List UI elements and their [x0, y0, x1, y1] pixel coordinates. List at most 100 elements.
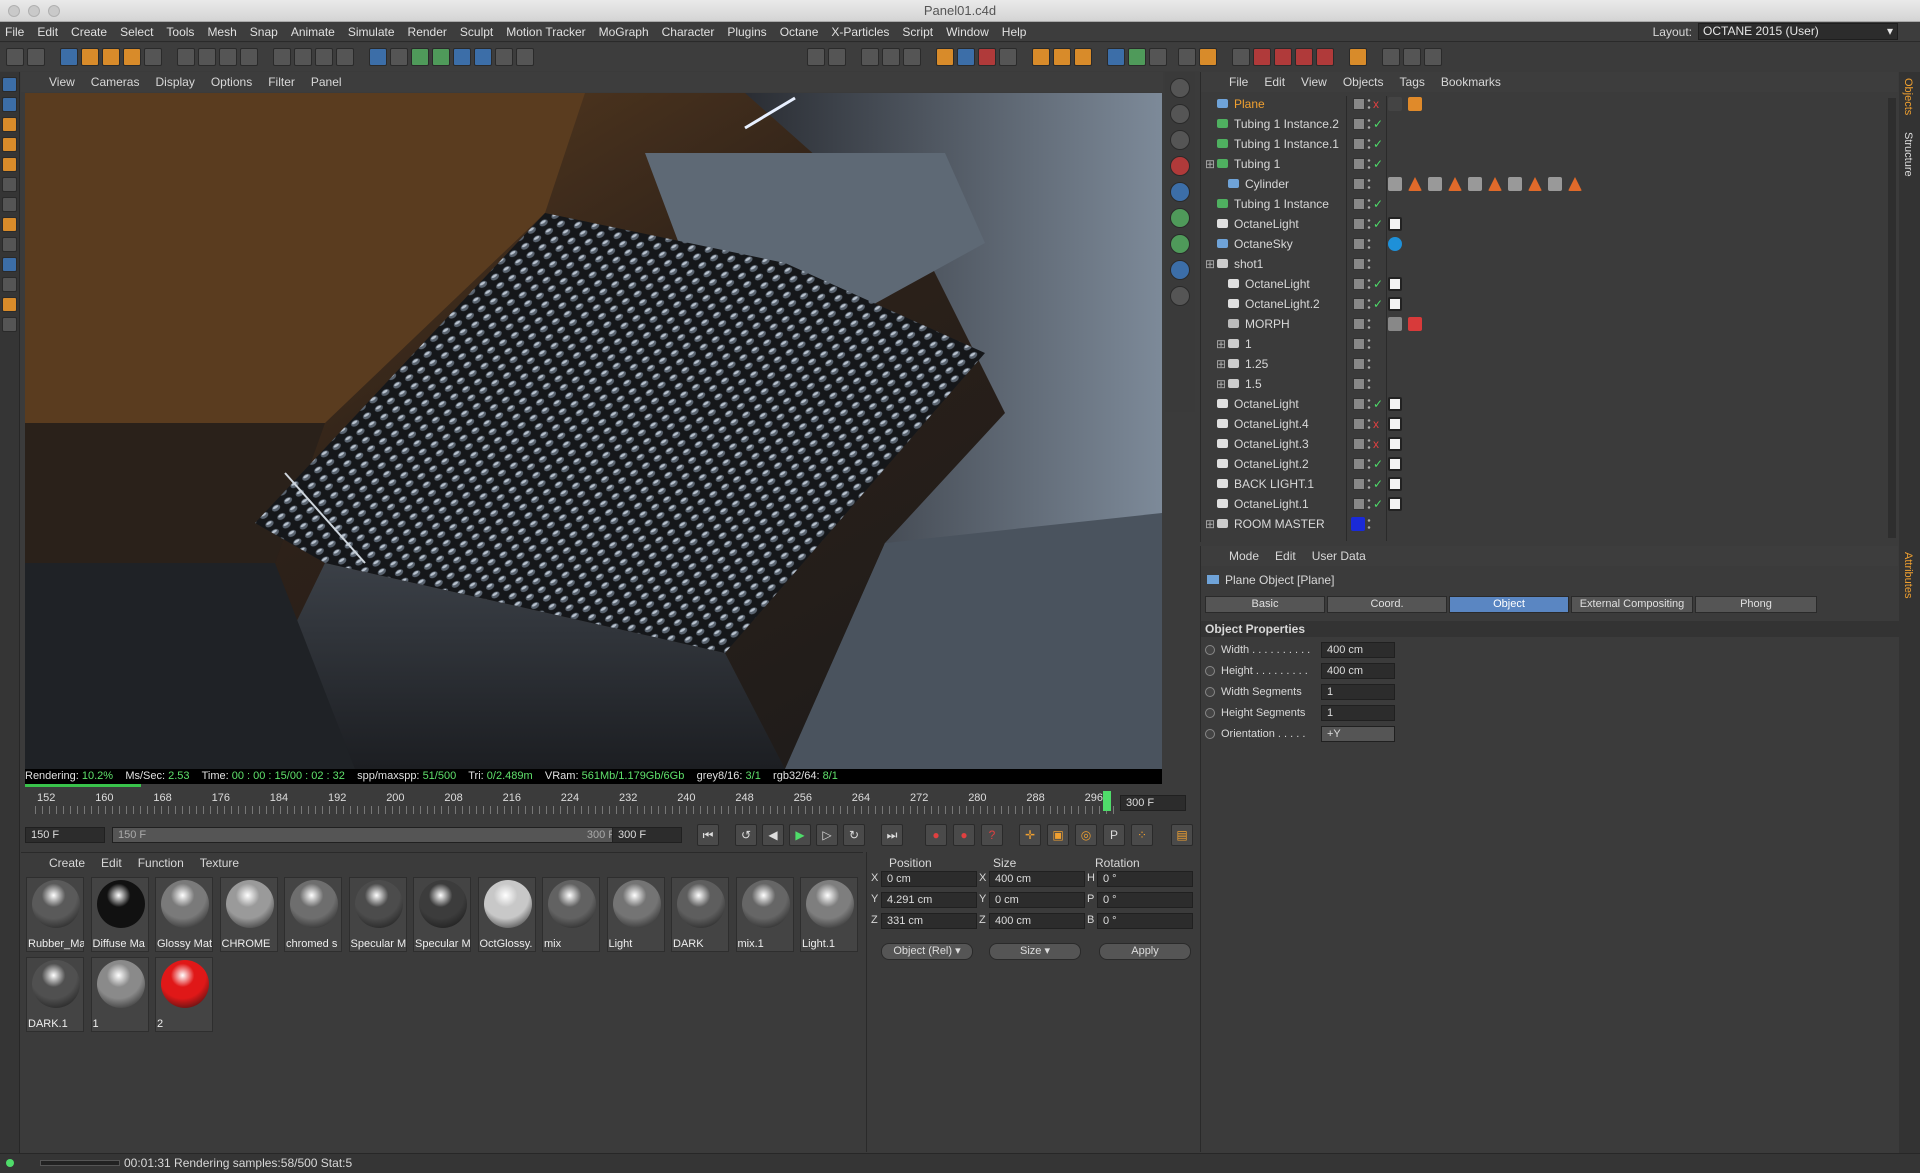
position-field[interactable]: 4.291 cm [881, 892, 977, 908]
size-field[interactable]: 400 cm [989, 913, 1085, 929]
points-mode-icon[interactable] [2, 117, 17, 132]
octane-light-tag-icon[interactable] [1388, 217, 1402, 231]
next-frame-icon[interactable]: ▷ [816, 824, 838, 846]
visibility-dots-icon[interactable] [1367, 197, 1371, 211]
object-row-octanelight-1[interactable]: OctaneLight.1 ✓ [1201, 494, 1881, 514]
object-row-octanelight-4[interactable]: OctaneLight.4 x [1201, 414, 1881, 434]
keyframe-selection-icon[interactable]: ? [981, 824, 1003, 846]
visibility-dots-icon[interactable] [1367, 157, 1371, 171]
octane-viewport-icon[interactable] [861, 48, 879, 66]
object-row-shot1[interactable]: ⊞ shot1 [1201, 254, 1881, 274]
redo-icon[interactable] [27, 48, 45, 66]
tab-basic[interactable]: Basic [1205, 596, 1325, 613]
menu-animate[interactable]: Animate [291, 25, 335, 39]
menu-tools[interactable]: Tools [166, 25, 194, 39]
menu-x-particles[interactable]: X-Particles [831, 25, 889, 39]
expand-icon[interactable]: ⊞ [1205, 154, 1215, 174]
current-frame-field[interactable]: 150 F [25, 827, 105, 843]
material-swatch[interactable]: 2 [155, 957, 213, 1032]
script-icon-3[interactable] [1274, 48, 1292, 66]
visibility-dots-icon[interactable] [1367, 377, 1371, 391]
morph-tag-icon[interactable] [1388, 317, 1402, 331]
menu-snap[interactable]: Snap [250, 25, 278, 39]
visibility-toggle-icon[interactable] [1353, 118, 1365, 130]
script-icon-2[interactable] [1253, 48, 1271, 66]
visibility-dots-icon[interactable] [1367, 137, 1371, 151]
visibility-dots-icon[interactable] [1367, 397, 1371, 411]
size-field[interactable]: 400 cm [989, 871, 1085, 887]
visibility-toggle-icon[interactable] [1353, 278, 1365, 290]
visibility-toggle-icon[interactable] [1353, 98, 1365, 110]
material-tag-icon[interactable] [1428, 177, 1442, 191]
animate-radio-icon[interactable] [1205, 729, 1215, 739]
enabled-check-icon[interactable]: ✓ [1373, 214, 1383, 234]
enabled-check-icon[interactable]: ✓ [1373, 194, 1383, 214]
octane-sky-tag-icon[interactable] [1388, 237, 1402, 251]
visibility-dots-icon[interactable] [1367, 337, 1371, 351]
visibility-dots-icon[interactable] [1367, 437, 1371, 451]
zoom-window-button[interactable] [48, 5, 60, 17]
xp-modifier-icon[interactable] [1149, 48, 1167, 66]
material-swatch[interactable]: DARK.1 [26, 957, 84, 1032]
object-row-1[interactable]: ⊞ 1 [1201, 334, 1881, 354]
material-swatch[interactable]: Specular M [348, 877, 407, 952]
object-row-1-5[interactable]: ⊞ 1.5 [1201, 374, 1881, 394]
shapes-icon-2[interactable] [1170, 104, 1190, 124]
render-picture-viewer-icon[interactable] [294, 48, 312, 66]
tweak-mode-icon[interactable] [2, 197, 17, 212]
rotate-icon[interactable] [123, 48, 141, 66]
render-view-icon[interactable] [273, 48, 291, 66]
octane-light-tag-icon[interactable] [1388, 417, 1402, 431]
object-row-1-25[interactable]: ⊞ 1.25 [1201, 354, 1881, 374]
coordinate-mode-dropdown[interactable]: Object (Rel) ▾ [881, 943, 973, 960]
key-pla-icon[interactable]: ⁘ [1131, 824, 1153, 846]
material-menu-create[interactable]: Create [49, 856, 85, 870]
structure-tab[interactable]: Structure [1902, 132, 1914, 177]
enabled-check-icon[interactable]: ✓ [1373, 454, 1383, 474]
property-field[interactable]: 400 cm [1321, 663, 1395, 679]
position-field[interactable]: 0 cm [881, 871, 977, 887]
octane-light-tag-icon[interactable] [1388, 277, 1402, 291]
snap-icon[interactable] [2, 237, 17, 252]
visibility-dots-icon[interactable] [1367, 457, 1371, 471]
visibility-toggle-icon[interactable] [1353, 178, 1365, 190]
visibility-toggle-icon[interactable] [1353, 358, 1365, 370]
material-tag-icon[interactable] [1408, 97, 1422, 111]
world-icon[interactable] [1170, 260, 1190, 280]
move-icon[interactable] [81, 48, 99, 66]
material-tag-icon[interactable] [1548, 177, 1562, 191]
animate-radio-icon[interactable] [1205, 645, 1215, 655]
animate-radio-icon[interactable] [1205, 708, 1215, 718]
visibility-dots-icon[interactable] [1367, 497, 1371, 511]
attribute-menu-mode[interactable]: Mode [1229, 549, 1259, 563]
emitter-icon[interactable] [1032, 48, 1050, 66]
script-icon-9[interactable] [1424, 48, 1442, 66]
next-key-icon[interactable]: ↻ [843, 824, 865, 846]
octane-sun-icon[interactable] [936, 48, 954, 66]
film-camera-icon[interactable] [1170, 286, 1190, 306]
menu-create[interactable]: Create [71, 25, 107, 39]
playhead[interactable] [1103, 791, 1111, 811]
tab-coord-[interactable]: Coord. [1327, 596, 1447, 613]
object-menu-file[interactable]: File [1229, 75, 1248, 89]
settings-icon[interactable] [828, 48, 846, 66]
octane-light-tag-icon[interactable] [1388, 397, 1402, 411]
max-frame-field[interactable]: 300 F [612, 827, 682, 843]
enabled-check-icon[interactable]: ✓ [1373, 474, 1383, 494]
timeline-ruler[interactable]: 300 F 152 160 168 176 184 192 200 208 216 224 232 2… [25, 790, 1186, 816]
object-row-plane[interactable]: Plane x [1201, 94, 1881, 114]
close-window-button[interactable] [8, 5, 20, 17]
shapes-icon[interactable] [1170, 78, 1190, 98]
visibility-dots-icon[interactable] [1367, 477, 1371, 491]
visibility-dots-icon[interactable] [1367, 177, 1371, 191]
object-menu-objects[interactable]: Objects [1343, 75, 1384, 89]
visibility-dots-icon[interactable] [1367, 297, 1371, 311]
folder-icon[interactable] [1199, 48, 1217, 66]
previous-frame-icon[interactable]: ◀ [762, 824, 784, 846]
menu-window[interactable]: Window [946, 25, 989, 39]
sphere-icon[interactable] [1170, 156, 1190, 176]
script-icon-4[interactable] [1295, 48, 1313, 66]
object-row-octanelight[interactable]: OctaneLight ✓ [1201, 394, 1881, 414]
menu-sculpt[interactable]: Sculpt [460, 25, 493, 39]
animate-radio-icon[interactable] [1205, 687, 1215, 697]
